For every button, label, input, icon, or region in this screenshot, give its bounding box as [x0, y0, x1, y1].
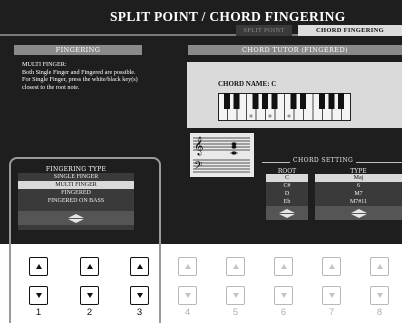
- button-number: 4: [184, 307, 191, 318]
- arrow-down-icon: [328, 293, 335, 298]
- button-6-up[interactable]: [274, 257, 293, 276]
- root-item[interactable]: D: [266, 190, 308, 198]
- arrow-up-icon: [280, 264, 287, 269]
- type-item[interactable]: M7#11: [315, 198, 402, 206]
- page-title: SPLIT POINT / CHORD FINGERING: [110, 9, 346, 24]
- button-number: 6: [280, 307, 287, 318]
- arrow-down-icon: [376, 293, 383, 298]
- arrow-up-icon: [136, 264, 143, 269]
- arrow-down-icon: [280, 293, 287, 298]
- button-5-down[interactable]: [226, 286, 245, 305]
- button-4-down[interactable]: [178, 286, 197, 305]
- tab-chord-fingering[interactable]: CHORD FINGERING: [298, 25, 402, 36]
- chord-tutor-header: CHORD TUTOR (FINGERED): [188, 45, 402, 55]
- type-item[interactable]: M7: [315, 190, 402, 198]
- scroll-up-icon: [350, 208, 367, 213]
- arrow-down-icon: [86, 293, 93, 298]
- staff-notation: 𝄞 𝄢: [190, 133, 254, 177]
- arrow-up-icon: [86, 264, 93, 269]
- keyboard-diagram: [218, 93, 351, 121]
- button-3-down[interactable]: [130, 286, 149, 305]
- fingering-header: FINGERING: [14, 45, 142, 55]
- button-6-down[interactable]: [274, 286, 293, 305]
- button-number: 2: [86, 307, 93, 318]
- root-item[interactable]: C: [266, 174, 308, 182]
- fingering-description: MULTI FINGER: Both Single Finger and Fing…: [22, 61, 138, 91]
- arrow-down-icon: [232, 293, 239, 298]
- button-2-up[interactable]: [80, 257, 99, 276]
- button-1-up[interactable]: [29, 257, 48, 276]
- chord-name-label: CHORD NAME: C: [218, 80, 277, 88]
- root-list[interactable]: C C# D Eb: [266, 174, 308, 206]
- svg-text:𝄢: 𝄢: [194, 160, 202, 175]
- arrow-up-icon: [232, 264, 239, 269]
- button-4-up[interactable]: [178, 257, 197, 276]
- button-number: 8: [376, 307, 383, 318]
- type-item[interactable]: Maj: [315, 174, 402, 182]
- type-item[interactable]: 6: [315, 182, 402, 190]
- arrow-up-icon: [376, 264, 383, 269]
- button-5-up[interactable]: [226, 257, 245, 276]
- button-8-up[interactable]: [370, 257, 389, 276]
- button-number: 5: [232, 307, 239, 318]
- type-list[interactable]: Maj 6 M7 M7#11: [315, 174, 402, 206]
- button-2-down[interactable]: [80, 286, 99, 305]
- scroll-down-icon: [279, 213, 295, 218]
- svg-text:𝄞: 𝄞: [194, 136, 203, 156]
- button-7-up[interactable]: [322, 257, 341, 276]
- button-3-up[interactable]: [130, 257, 149, 276]
- button-1-down[interactable]: [29, 286, 48, 305]
- button-number: 7: [328, 307, 335, 318]
- arrow-up-icon: [328, 264, 335, 269]
- arrow-up-icon: [184, 264, 191, 269]
- button-number: 1: [35, 307, 42, 318]
- scroll-up-icon: [279, 208, 295, 213]
- tab-split-point[interactable]: SPLIT POINT: [236, 25, 292, 36]
- root-item[interactable]: C#: [266, 182, 308, 190]
- chord-setting-title: CHORD SETTING: [290, 157, 357, 164]
- arrow-down-icon: [184, 293, 191, 298]
- arrow-up-icon: [35, 264, 42, 269]
- button-8-down[interactable]: [370, 286, 389, 305]
- button-number: 3: [136, 307, 143, 318]
- root-item[interactable]: Eb: [266, 198, 308, 206]
- type-scroll-arrows[interactable]: [315, 206, 402, 220]
- arrow-down-icon: [136, 293, 143, 298]
- arrow-down-icon: [35, 293, 42, 298]
- button-7-down[interactable]: [322, 286, 341, 305]
- scroll-down-icon: [350, 213, 367, 218]
- root-scroll-arrows[interactable]: [266, 206, 308, 220]
